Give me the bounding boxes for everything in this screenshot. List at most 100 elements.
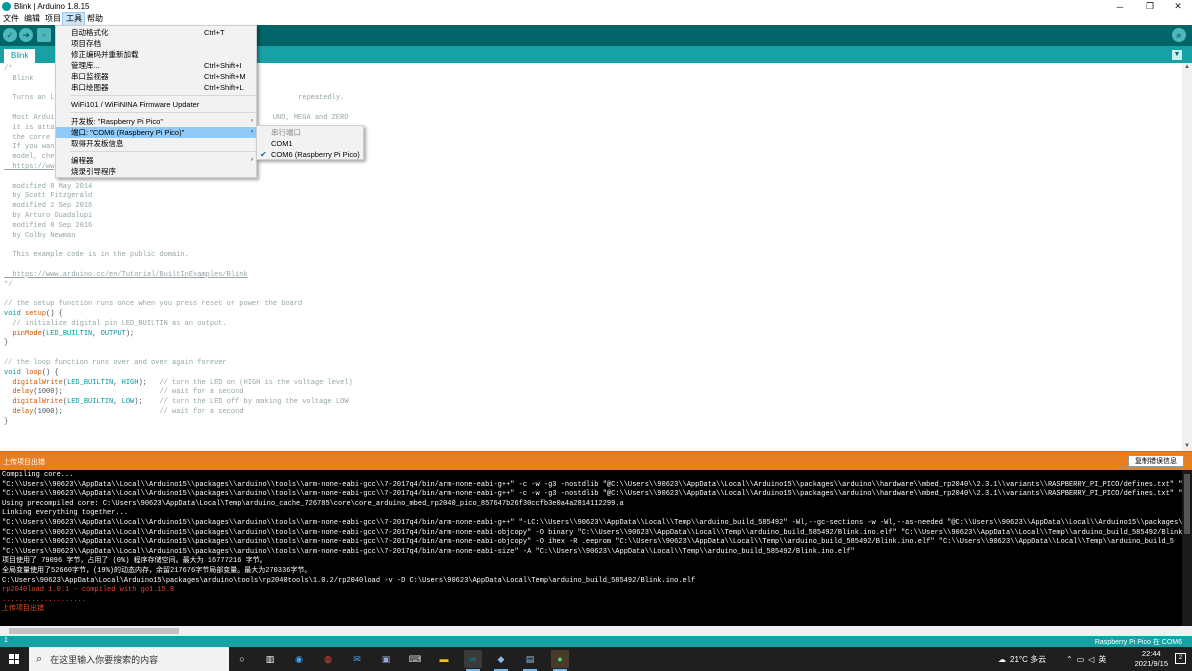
menu-item-board[interactable]: 开发板: "Raspberry Pi Pico" › [56, 116, 256, 127]
code-line: digitalWrite(LED_BUILTIN, HIGH); // turn… [4, 378, 352, 389]
editor-vertical-scrollbar[interactable]: ▲ ▼ [1182, 63, 1192, 451]
code-line: // initialize digital pin LED_BUILTIN as… [4, 320, 353, 330]
app-taskbar-icon[interactable]: ◆ [492, 650, 510, 671]
taskbar-search[interactable]: ⌕ 在这里输入你要搜索的内容 [29, 647, 229, 671]
scroll-thumb[interactable] [9, 628, 179, 634]
maximize-button[interactable]: ❐ [1135, 0, 1165, 13]
verify-button[interactable]: ✓ [3, 28, 17, 42]
arduino-ide-window: Blink | Arduino 1.8.15 ─ ❐ ✕ 文件 编辑 项目 工具… [0, 0, 1192, 671]
console-horizontal-scrollbar[interactable] [0, 626, 1192, 636]
code-line: // the loop function runs over and over … [4, 359, 353, 369]
menu-item-burn-bootloader[interactable]: 烧录引导程序 [56, 166, 256, 177]
code-token: ); [125, 329, 135, 338]
console-output[interactable]: Compiling core... "C:\\Users\\90623\\AppD… [0, 470, 1192, 626]
menu-item-archive-sketch[interactable]: 项目存档 [56, 38, 256, 49]
code-line: This example code is in the public domai… [4, 251, 353, 261]
start-button[interactable] [0, 647, 28, 671]
menu-item-firmware-updater[interactable]: WiFi101 / WiFiNINA Firmware Updater [56, 99, 256, 110]
chevron-up-icon[interactable]: ⌃ [1066, 655, 1073, 664]
code-token: This example code is in the public domai… [4, 251, 189, 260]
app-taskbar-icon[interactable]: ▤ [521, 650, 539, 671]
code-token: modified 8 Sep 2016 [4, 221, 93, 230]
menu-sketch[interactable]: 项目 [42, 13, 63, 25]
notification-icon[interactable]: 2 [1175, 653, 1186, 664]
code-token: } [4, 339, 9, 348]
scroll-thumb[interactable] [1184, 474, 1190, 534]
code-token: OUTPUT [100, 329, 126, 338]
search-icon: ⌕ [36, 652, 43, 665]
menu-tools[interactable]: 工具 [62, 12, 85, 26]
port-option-com6[interactable]: ✔ COM6 (Raspberry Pi Pico) [257, 149, 363, 160]
close-button[interactable]: ✕ [1163, 0, 1192, 13]
code-token: (1000); [33, 388, 160, 397]
store-icon[interactable]: ▣ [377, 650, 395, 668]
menu-help[interactable]: 帮助 [84, 13, 105, 25]
volume-icon[interactable]: ◁ [1088, 655, 1094, 664]
scroll-down-icon[interactable]: ▼ [1182, 442, 1192, 451]
serial-monitor-button[interactable]: ⌕ [1172, 28, 1186, 42]
scroll-up-icon[interactable]: ▲ [1182, 63, 1192, 72]
menu-item-port[interactable]: 端口: "COM6 (Raspberry Pi Pico)" › [56, 127, 256, 138]
mail-icon[interactable]: ✉ [348, 650, 366, 668]
tab-blink[interactable]: Blink [4, 49, 36, 63]
console-line: "C:\\Users\\90623\\AppData\\Local\\Ardui… [2, 480, 1187, 489]
cortana-icon[interactable]: ○ [233, 650, 251, 668]
weather-text: 21°C 多云 [1010, 654, 1047, 664]
port-option-com1[interactable]: COM1 [257, 138, 363, 149]
clock-date: 2021/9/15 [1134, 659, 1168, 668]
code-token: LED_BUILTIN [46, 329, 93, 338]
code-token: } [4, 417, 9, 426]
search-placeholder: 在这里输入你要搜索的内容 [50, 654, 159, 665]
chrome-icon[interactable]: ◍ [319, 650, 337, 668]
code-token: // wait for a second [159, 407, 244, 416]
code-token: Blink [4, 74, 34, 83]
code-token: modified 8 May 2014 [4, 182, 93, 191]
network-icon[interactable]: ▭ [1077, 655, 1085, 664]
menu-item-board-info[interactable]: 取得开发板信息 [56, 138, 256, 149]
status-line: 1 Raspberry Pi Pico 在 COM6 [0, 636, 1192, 647]
code-line: digitalWrite(LED_BUILTIN, LOW); // turn … [4, 398, 353, 408]
minimize-button[interactable]: ─ [1105, 0, 1135, 13]
ime-indicator[interactable]: 英 [1098, 654, 1106, 665]
code-line: by Arturo Guadalupi [4, 212, 353, 222]
menu-item-serial-monitor[interactable]: 串口监视器 Ctrl+Shift+M [56, 71, 256, 82]
code-token: , [113, 378, 122, 387]
console-line: "C:\\Users\\90623\\AppData\\Local\\Ardui… [2, 518, 1187, 527]
console-line: Compiling core... [2, 471, 74, 479]
menu-bar: 文件 编辑 项目 工具 帮助 [0, 12, 1192, 26]
keyboard-icon[interactable]: ⌨ [406, 650, 424, 668]
code-token: */ [4, 280, 13, 289]
code-token: () { [41, 368, 59, 377]
weather-widget[interactable]: ☁ 21°C 多云 [998, 647, 1046, 671]
code-line: modified 8 May 2014 [4, 183, 353, 193]
file-explorer-icon[interactable]: ▬ [435, 650, 453, 668]
code-line: */ [4, 281, 353, 291]
code-line: } [4, 339, 353, 349]
code-line: pinMode(LED_BUILTIN, OUTPUT); [4, 330, 353, 340]
menu-item-fix-encoding[interactable]: 修正编码并重新加载 [56, 49, 256, 60]
code-token: void [4, 309, 21, 318]
new-sketch-button[interactable]: ▫ [37, 28, 51, 42]
edge-icon[interactable]: ◉ [290, 650, 308, 668]
console-vertical-scrollbar[interactable] [1182, 470, 1192, 626]
menu-item-serial-plotter[interactable]: 串口绘图器 Ctrl+Shift+L [56, 82, 256, 93]
console-line: .................... [2, 595, 87, 604]
clock[interactable]: 22:44 2021/9/15 [1135, 649, 1168, 669]
copy-error-button[interactable]: 复制错误信息 [1128, 455, 1184, 467]
wechat-icon[interactable]: ● [551, 650, 569, 671]
upload-button[interactable]: ➜ [19, 28, 33, 42]
code-line: by Scott Fitzgerald [4, 192, 353, 202]
menu-file[interactable]: 文件 [0, 13, 21, 25]
code-line: // the setup function runs once when you… [4, 300, 353, 310]
menu-item-programmer[interactable]: 编程器 › [56, 155, 256, 166]
arduino-taskbar-icon[interactable]: ∞ [464, 650, 482, 671]
code-token: it is atta [4, 123, 55, 132]
task-view-icon[interactable]: ▥ [261, 650, 279, 668]
menu-item-manage-libraries[interactable]: 管理库... Ctrl+Shift+I [56, 60, 256, 71]
cloud-icon: ☁ [998, 654, 1006, 664]
tab-menu-icon[interactable]: ▼ [1172, 50, 1182, 60]
menu-item-auto-format[interactable]: 自动格式化 Ctrl+T [56, 27, 256, 38]
menu-edit[interactable]: 编辑 [21, 13, 42, 25]
